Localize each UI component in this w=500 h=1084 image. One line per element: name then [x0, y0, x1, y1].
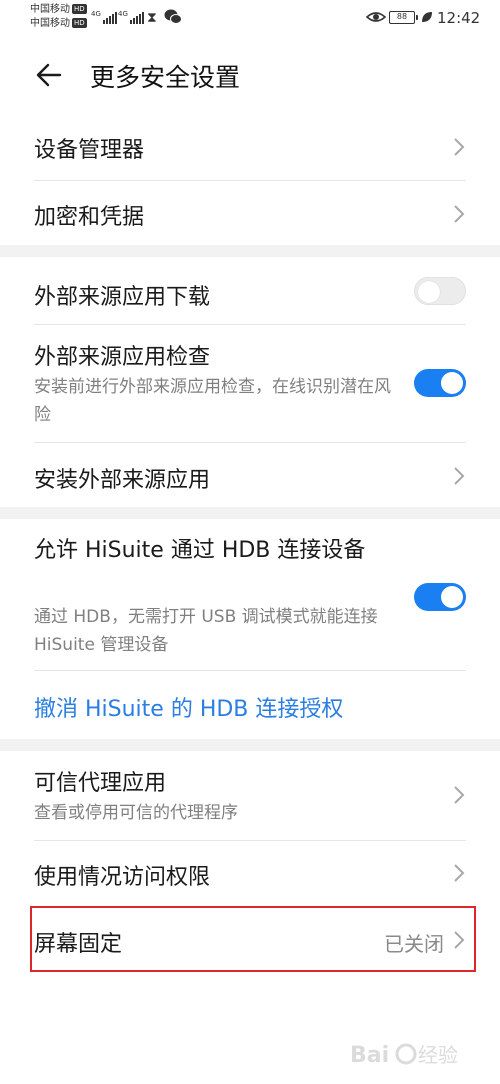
chevron-right-icon — [454, 138, 465, 156]
wechat-icon — [164, 9, 182, 24]
signal-icon: 4G — [91, 10, 117, 24]
eye-comfort-icon — [366, 12, 386, 22]
usage-access-row[interactable]: 使用情况访问权限 — [0, 841, 500, 905]
external-download-toggle[interactable] — [414, 277, 466, 305]
hd-badge: HD — [72, 4, 87, 14]
battery-icon: 88 — [389, 11, 418, 24]
external-check-toggle[interactable] — [414, 369, 466, 397]
chevron-right-icon — [454, 205, 465, 223]
install-external-label: 安装外部来源应用 — [34, 468, 211, 493]
device-manager-row[interactable]: 设备管理器 — [0, 118, 500, 180]
page-title: 更多安全设置 — [90, 63, 241, 92]
chevron-right-icon — [454, 786, 465, 804]
device-manager-label: 设备管理器 — [34, 138, 145, 163]
carrier-2: 中国移动 HD — [30, 18, 87, 29]
external-check-row[interactable]: 外部来源应用检查 安装前进行外部来源应用检查，在线识别潜在风险 — [0, 325, 500, 441]
page-header: 更多安全设置 — [0, 46, 500, 106]
svg-text:经验: 经验 — [418, 1043, 458, 1067]
revoke-hdb-row[interactable]: 撤消 HiSuite 的 HDB 连接授权 — [0, 671, 500, 739]
trust-agents-row[interactable]: 可信代理应用 查看或停用可信的代理程序 — [0, 751, 500, 839]
hd-badge: HD — [72, 18, 87, 28]
back-arrow-icon[interactable] — [34, 60, 64, 90]
trust-agents-label: 可信代理应用 — [34, 771, 167, 796]
usage-access-label: 使用情况访问权限 — [34, 865, 211, 890]
hisuite-hdb-description: 通过 HDB，无需打开 USB 调试模式就能连接 HiSuite 管理设备 — [34, 607, 378, 655]
install-external-row[interactable]: 安装外部来源应用 — [0, 443, 500, 507]
section-gap — [0, 245, 500, 257]
hisuite-hdb-toggle[interactable] — [414, 583, 466, 611]
signal-icon: 4G — [118, 10, 144, 24]
hourglass-icon: ⧗ — [147, 10, 157, 26]
trust-agents-description: 查看或停用可信的代理程序 — [34, 803, 238, 823]
external-check-label: 外部来源应用检查 — [34, 345, 211, 370]
encryption-label: 加密和凭据 — [34, 205, 145, 230]
svg-text:Bai: Bai — [350, 1043, 389, 1068]
chevron-right-icon — [454, 467, 465, 485]
hisuite-hdb-label: 允许 HiSuite 通过 HDB 连接设备 — [34, 538, 366, 563]
hisuite-hdb-row[interactable]: 允许 HiSuite 通过 HDB 连接设备 通过 HDB，无需打开 USB 调… — [0, 519, 500, 669]
section-gap — [0, 739, 500, 751]
power-saving-leaf-icon — [422, 12, 432, 22]
section-gap — [0, 507, 500, 519]
external-download-row[interactable]: 外部来源应用下载 — [0, 257, 500, 323]
revoke-hdb-link[interactable]: 撤消 HiSuite 的 HDB 连接授权 — [34, 691, 343, 723]
status-bar: 中国移动 HD 中国移动 HD 4G 4G ⧗ 88 12:42 — [0, 0, 500, 40]
status-time: 12:42 — [437, 9, 481, 27]
highlight-box — [30, 906, 476, 972]
baidu-jingyan-watermark-logo: Bai 经验 — [350, 1043, 458, 1068]
carrier-1: 中国移动 HD — [30, 4, 87, 15]
encryption-row[interactable]: 加密和凭据 — [0, 181, 500, 245]
external-check-description: 安装前进行外部来源应用检查，在线识别潜在风险 — [34, 377, 391, 425]
chevron-right-icon — [454, 864, 465, 882]
external-download-label: 外部来源应用下载 — [34, 285, 211, 310]
